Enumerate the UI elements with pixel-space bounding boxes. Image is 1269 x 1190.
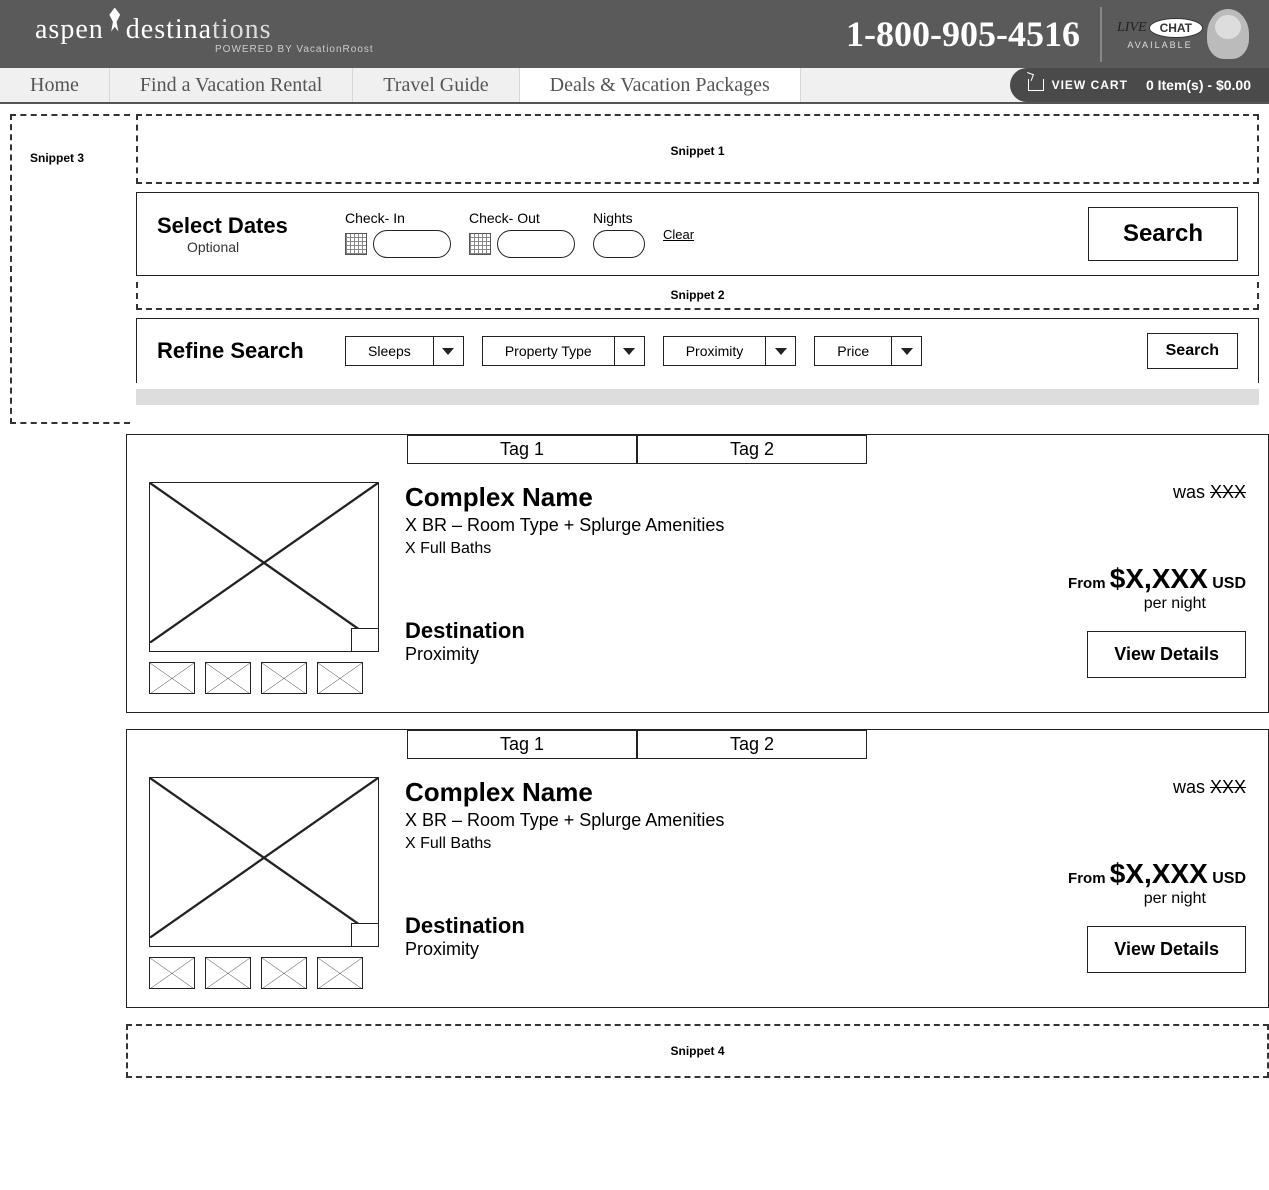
nights-label: Nights bbox=[593, 210, 645, 226]
nights-input[interactable] bbox=[593, 230, 645, 258]
sleeps-dropdown[interactable]: Sleeps bbox=[345, 336, 464, 366]
snippet-1: Snippet 1 bbox=[136, 114, 1259, 184]
complex-name: Complex Name bbox=[405, 482, 1010, 513]
listing-thumb[interactable] bbox=[317, 957, 363, 989]
checkin-label: Check- In bbox=[345, 210, 451, 226]
destination: Destination bbox=[405, 618, 1010, 644]
expand-icon[interactable] bbox=[351, 628, 379, 652]
nav-find-rental[interactable]: Find a Vacation Rental bbox=[110, 68, 353, 102]
chevron-down-icon bbox=[775, 348, 787, 355]
chevron-down-icon bbox=[623, 348, 635, 355]
cart-icon bbox=[1028, 79, 1044, 91]
was-price: was XXX bbox=[1173, 777, 1246, 798]
chat-bubble-icon: CHAT bbox=[1149, 18, 1203, 38]
checkin-input[interactable] bbox=[373, 230, 451, 258]
per-night: per night bbox=[1144, 890, 1206, 908]
phone-number: 1-800-905-4516 bbox=[846, 13, 1080, 55]
price: $X,XXX bbox=[1110, 563, 1208, 594]
nav-deals[interactable]: Deals & Vacation Packages bbox=[520, 68, 801, 102]
powered-by: POWERED BY VacationRoost bbox=[215, 44, 374, 55]
baths: X Full Baths bbox=[405, 540, 1010, 558]
chat-live-label: LIVE bbox=[1117, 20, 1147, 36]
listing-thumb[interactable] bbox=[205, 662, 251, 694]
dates-title: Select Dates bbox=[157, 213, 327, 239]
listing-card: Tag 1 Tag 2 Complex Name X BR – Room Typ… bbox=[126, 434, 1269, 713]
listing-thumb[interactable] bbox=[261, 662, 307, 694]
nav-home[interactable]: Home bbox=[0, 68, 110, 102]
proximity-dropdown[interactable]: Proximity bbox=[663, 336, 797, 366]
listing-tag: Tag 2 bbox=[637, 730, 867, 759]
was-price: was XXX bbox=[1173, 482, 1246, 503]
baths: X Full Baths bbox=[405, 835, 1010, 853]
listing-card: Tag 1 Tag 2 Complex Name X BR – Room Typ… bbox=[126, 729, 1269, 1008]
price-dropdown[interactable]: Price bbox=[814, 336, 922, 366]
view-cart-button[interactable]: VIEW CART bbox=[1028, 78, 1128, 92]
refine-title: Refine Search bbox=[157, 338, 327, 364]
calendar-icon[interactable] bbox=[345, 233, 367, 255]
from-label: From bbox=[1068, 575, 1110, 592]
listing-tag: Tag 1 bbox=[407, 730, 637, 759]
room-type: X BR – Room Type + Splurge Amenities bbox=[405, 810, 1010, 831]
clear-link[interactable]: Clear bbox=[663, 227, 694, 242]
live-chat[interactable]: LIVE CHAT AVAILABLE bbox=[1100, 7, 1249, 62]
listing-image[interactable] bbox=[149, 482, 379, 652]
listing-thumb[interactable] bbox=[317, 662, 363, 694]
site-header: aspen destinations POWERED BY VacationRo… bbox=[0, 0, 1269, 68]
listing-thumb[interactable] bbox=[205, 957, 251, 989]
snippet-2: Snippet 2 bbox=[136, 282, 1259, 310]
cart-summary: 0 Item(s) - $0.00 bbox=[1146, 77, 1251, 93]
proximity: Proximity bbox=[405, 939, 1010, 960]
logo-text-a: aspen bbox=[35, 14, 104, 46]
logo[interactable]: aspen destinations POWERED BY VacationRo… bbox=[35, 14, 374, 55]
dates-subtitle: Optional bbox=[187, 239, 327, 255]
complex-name: Complex Name bbox=[405, 777, 1010, 808]
listing-thumb[interactable] bbox=[149, 957, 195, 989]
currency: USD bbox=[1208, 575, 1246, 592]
snippet-3: Snippet 3 bbox=[10, 114, 130, 424]
listing-tag: Tag 2 bbox=[637, 435, 867, 464]
proximity: Proximity bbox=[405, 644, 1010, 665]
agent-avatar bbox=[1207, 9, 1249, 59]
listing-thumb[interactable] bbox=[149, 662, 195, 694]
cart-label: VIEW CART bbox=[1052, 78, 1128, 92]
chevron-down-icon bbox=[901, 348, 913, 355]
view-details-button[interactable]: View Details bbox=[1087, 631, 1246, 678]
from-label: From bbox=[1068, 870, 1110, 887]
price: $X,XXX bbox=[1110, 858, 1208, 889]
currency: USD bbox=[1208, 870, 1246, 887]
divider bbox=[136, 389, 1259, 405]
expand-icon[interactable] bbox=[351, 923, 379, 947]
listing-image[interactable] bbox=[149, 777, 379, 947]
checkout-input[interactable] bbox=[497, 230, 575, 258]
refine-panel: Refine Search Sleeps Property Type Proxi… bbox=[136, 318, 1259, 383]
listing-thumb[interactable] bbox=[261, 957, 307, 989]
refine-search-button[interactable]: Search bbox=[1147, 333, 1238, 369]
view-details-button[interactable]: View Details bbox=[1087, 926, 1246, 973]
listing-tag: Tag 1 bbox=[407, 435, 637, 464]
logo-text-c: tions bbox=[212, 14, 271, 46]
search-button[interactable]: Search bbox=[1088, 207, 1238, 261]
cart-area: VIEW CART 0 Item(s) - $0.00 bbox=[1010, 68, 1269, 102]
nav-travel-guide[interactable]: Travel Guide bbox=[353, 68, 519, 102]
bird-icon bbox=[106, 8, 124, 32]
room-type: X BR – Room Type + Splurge Amenities bbox=[405, 515, 1010, 536]
destination: Destination bbox=[405, 913, 1010, 939]
chevron-down-icon bbox=[442, 348, 454, 355]
calendar-icon[interactable] bbox=[469, 233, 491, 255]
per-night: per night bbox=[1144, 595, 1206, 613]
date-panel: Select Dates Optional Check- In Check- O… bbox=[136, 192, 1259, 276]
checkout-label: Check- Out bbox=[469, 210, 575, 226]
main-nav: Home Find a Vacation Rental Travel Guide… bbox=[0, 68, 1269, 104]
logo-text-b: destina bbox=[126, 14, 212, 46]
snippet-4: Snippet 4 bbox=[126, 1024, 1269, 1078]
chat-status: AVAILABLE bbox=[1127, 40, 1192, 50]
property-type-dropdown[interactable]: Property Type bbox=[482, 336, 645, 366]
